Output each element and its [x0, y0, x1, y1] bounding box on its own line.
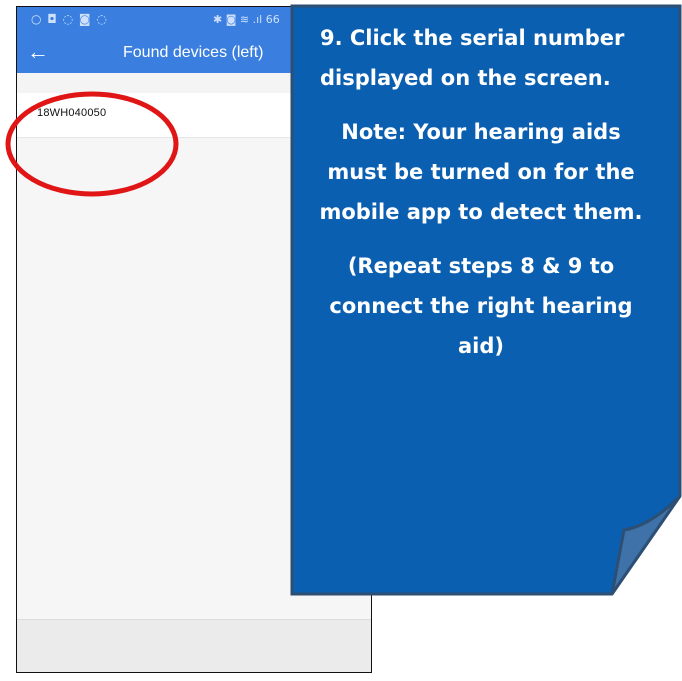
- bottom-bar: [17, 619, 371, 672]
- callout-note-text: Note: Your hearing aids must be turned o…: [319, 120, 643, 224]
- instruction-callout: 9. Click the serial number displayed on …: [290, 4, 682, 596]
- callout-step-text: 9. Click the serial number displayed on …: [320, 26, 625, 90]
- back-arrow-icon[interactable]: ←: [27, 39, 49, 65]
- status-icons-right: ✱ ◙ ≋ .ıl 66: [213, 13, 280, 26]
- callout-repeat-text: (Repeat steps 8 & 9 to connect the right…: [329, 254, 633, 358]
- callout-text: 9. Click the serial number displayed on …: [314, 18, 648, 380]
- status-icons-left: ○ ◘ ◌ ◙ ◌: [31, 12, 108, 26]
- device-serial-number[interactable]: 18WH040050: [37, 107, 106, 119]
- page-title: Found devices (left): [123, 44, 264, 61]
